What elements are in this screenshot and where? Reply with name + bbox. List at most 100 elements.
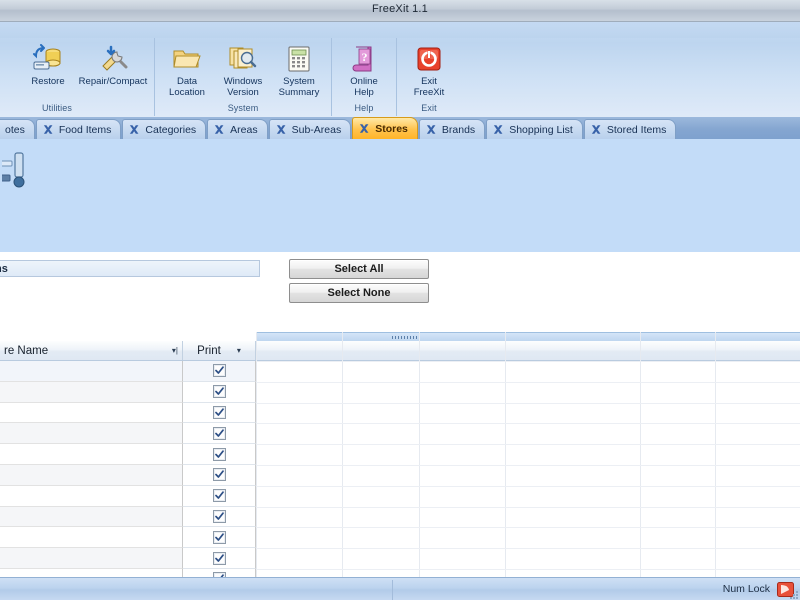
cell-store-name[interactable] bbox=[0, 506, 183, 528]
table-row[interactable] bbox=[0, 485, 800, 507]
restore-database-icon bbox=[32, 43, 64, 75]
ribbon-group-exit: Exit FreeXit Exit bbox=[397, 38, 461, 116]
online-help-button-label: Online Help bbox=[350, 76, 378, 98]
column-header-print[interactable]: Print ▾ bbox=[183, 341, 256, 360]
ribbon-group-help-label: Help bbox=[354, 103, 374, 113]
cell-store-name[interactable] bbox=[0, 402, 183, 424]
tab-brands[interactable]: Brands bbox=[418, 119, 486, 139]
cell-store-name[interactable] bbox=[0, 381, 183, 403]
print-checkbox[interactable] bbox=[212, 426, 226, 440]
tab-shopping-list[interactable]: Shopping List bbox=[486, 119, 583, 139]
tab-xl-icon bbox=[214, 124, 226, 135]
restore-button-label: Restore bbox=[31, 76, 65, 87]
restore-button[interactable]: Restore bbox=[20, 41, 76, 88]
cell-print[interactable] bbox=[183, 402, 256, 424]
print-checkbox[interactable] bbox=[212, 530, 226, 544]
tab-areas[interactable]: Areas bbox=[207, 119, 268, 139]
table-row[interactable] bbox=[0, 464, 800, 486]
title-bar: FreeXit 1.1 bbox=[0, 0, 800, 22]
table-row[interactable] bbox=[0, 402, 800, 424]
open-folder-icon bbox=[172, 43, 202, 75]
print-checkbox[interactable] bbox=[212, 489, 226, 503]
num-lock-indicator: Num Lock bbox=[722, 583, 770, 595]
status-bar-separator bbox=[392, 580, 393, 600]
cell-store-name[interactable] bbox=[0, 423, 183, 445]
print-checkbox[interactable] bbox=[212, 468, 226, 482]
print-checkbox[interactable] bbox=[212, 364, 226, 378]
tab-label: otes bbox=[5, 123, 25, 136]
repair-compact-button[interactable]: Repair/Compact bbox=[76, 41, 150, 88]
resize-grip-icon[interactable] bbox=[787, 587, 799, 599]
search-input[interactable]: ns bbox=[0, 260, 260, 277]
column-header-store-name-label: re Name bbox=[4, 344, 49, 357]
tab-categories[interactable]: Categories bbox=[122, 119, 207, 139]
data-location-button[interactable]: Data Location bbox=[159, 41, 215, 98]
print-checkbox[interactable] bbox=[212, 405, 226, 419]
calculator-icon bbox=[285, 43, 313, 75]
cell-print[interactable] bbox=[183, 485, 256, 507]
backup-button[interactable]: up bbox=[0, 41, 20, 88]
tab-xl-icon bbox=[129, 124, 141, 135]
print-checkbox[interactable] bbox=[212, 385, 226, 399]
print-checkbox[interactable] bbox=[212, 509, 226, 523]
cell-print[interactable] bbox=[183, 506, 256, 528]
tab-stores[interactable]: Stores bbox=[352, 117, 418, 139]
cell-store-name[interactable] bbox=[0, 361, 183, 382]
table-row[interactable] bbox=[0, 506, 800, 528]
tab-label: Areas bbox=[230, 123, 258, 136]
exclamation-mark-icon bbox=[0, 149, 42, 194]
cell-print[interactable] bbox=[183, 423, 256, 445]
select-none-button[interactable]: Select None bbox=[289, 283, 429, 303]
cell-print[interactable] bbox=[183, 464, 256, 486]
windows-version-button[interactable]: Windows Version bbox=[215, 41, 271, 98]
form-header-panel bbox=[0, 139, 800, 354]
grid-rows bbox=[0, 361, 800, 590]
cell-print[interactable] bbox=[183, 548, 256, 569]
tab-label: Shopping List bbox=[509, 123, 573, 136]
cell-print[interactable] bbox=[183, 361, 256, 382]
cell-print[interactable] bbox=[183, 381, 256, 403]
table-row[interactable] bbox=[0, 423, 800, 445]
cell-print[interactable] bbox=[183, 527, 256, 549]
cell-store-name[interactable] bbox=[0, 444, 183, 465]
sort-dropdown-icon[interactable]: ▾| bbox=[172, 346, 178, 355]
ribbon-group-help-items: ? Online Help bbox=[336, 38, 392, 98]
print-dropdown-icon[interactable]: ▾ bbox=[237, 346, 241, 355]
ribbon-top-strip bbox=[0, 22, 800, 38]
tab-xl-icon bbox=[0, 124, 1, 135]
ribbon-groups: up Resto bbox=[0, 38, 461, 116]
system-summary-button[interactable]: System Summary bbox=[271, 41, 327, 98]
table-row[interactable] bbox=[0, 444, 800, 465]
ribbon-group-system: Data Location Windows Version System Sum… bbox=[155, 38, 332, 116]
application-window: FreeXit 1.1 up bbox=[0, 0, 800, 600]
cell-store-name[interactable] bbox=[0, 464, 183, 486]
exit-power-icon bbox=[415, 43, 443, 75]
cell-store-name[interactable] bbox=[0, 527, 183, 549]
online-help-button[interactable]: ? Online Help bbox=[336, 41, 392, 98]
data-location-button-label: Data Location bbox=[169, 76, 205, 98]
tab-label: Brands bbox=[441, 123, 476, 136]
table-row[interactable] bbox=[0, 527, 800, 549]
print-checkbox[interactable] bbox=[212, 447, 226, 461]
select-all-button[interactable]: Select All bbox=[289, 259, 429, 279]
cell-store-name[interactable] bbox=[0, 548, 183, 569]
table-row[interactable] bbox=[0, 548, 800, 569]
system-summary-button-label: System Summary bbox=[278, 76, 320, 98]
form-content: ns Select All Select None re Name ▾| Pri… bbox=[0, 252, 800, 591]
table-row[interactable] bbox=[0, 381, 800, 403]
column-header-store-name[interactable]: re Name ▾| bbox=[0, 341, 183, 360]
exit-freexit-button[interactable]: Exit FreeXit bbox=[401, 41, 457, 98]
tab-otes[interactable]: otes bbox=[0, 119, 35, 139]
table-row[interactable] bbox=[0, 361, 800, 382]
tab-xl-icon bbox=[276, 124, 288, 135]
windows-version-icon bbox=[228, 43, 258, 75]
tab-stored-items[interactable]: Stored Items bbox=[583, 119, 677, 139]
cell-print[interactable] bbox=[183, 444, 256, 465]
ribbon: up Resto bbox=[0, 22, 800, 117]
tab-food-items[interactable]: Food Items bbox=[35, 119, 122, 139]
print-checkbox[interactable] bbox=[212, 551, 226, 565]
tab-sub-areas[interactable]: Sub-Areas bbox=[268, 119, 352, 139]
tab-label: Stored Items bbox=[606, 123, 667, 136]
cell-store-name[interactable] bbox=[0, 485, 183, 507]
tab-label: Stores bbox=[375, 122, 408, 135]
